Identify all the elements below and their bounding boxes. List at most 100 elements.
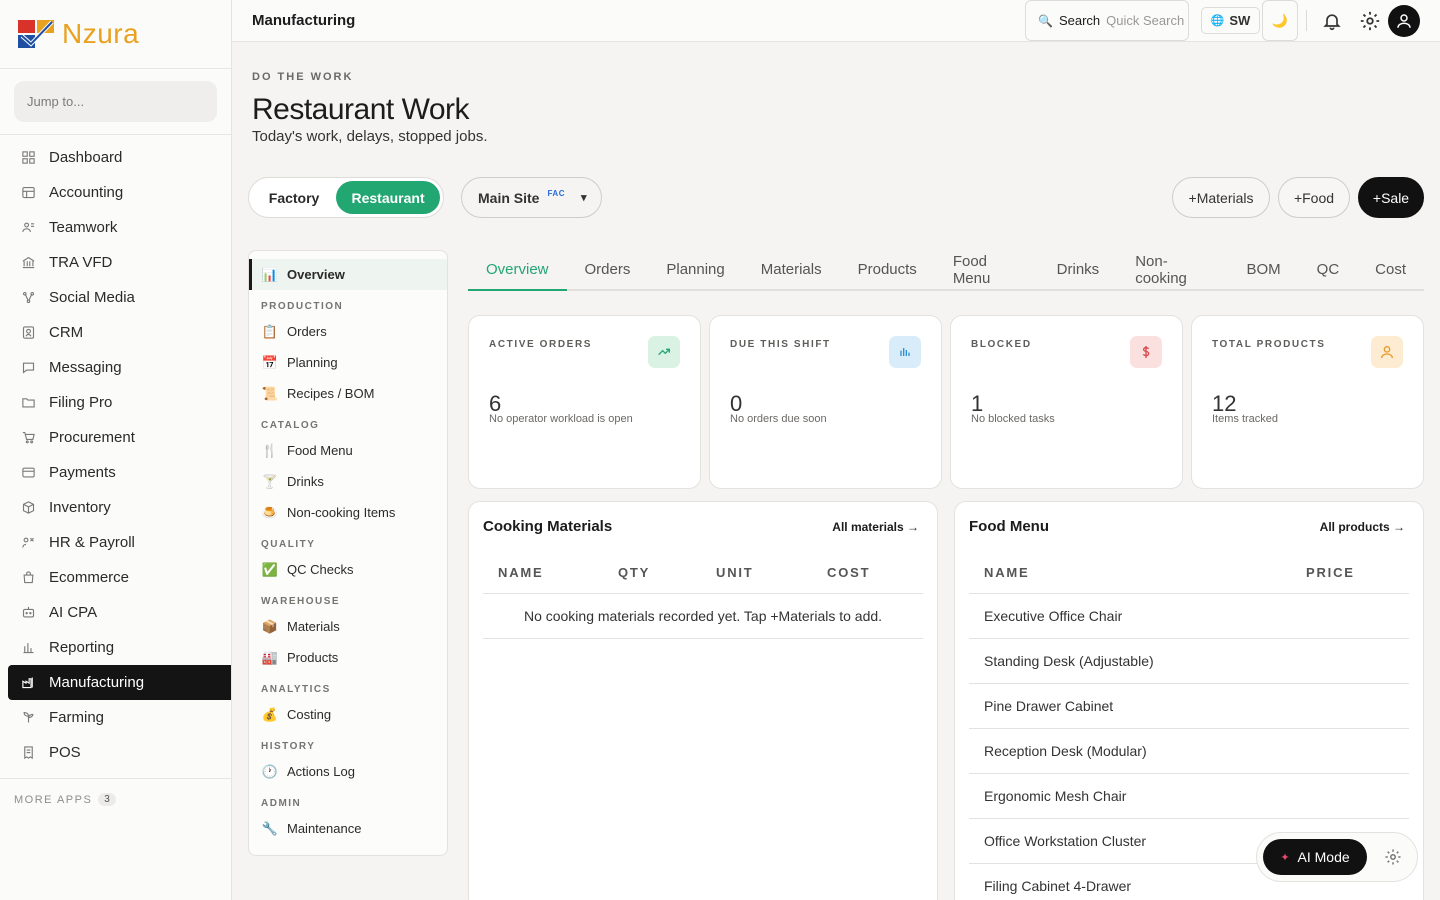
ai-settings-button[interactable] [1384, 848, 1402, 866]
sidebar-item-pos[interactable]: POS [0, 735, 231, 770]
subnav-maintenance[interactable]: 🔧 Maintenance [249, 813, 447, 844]
subnav-food-menu[interactable]: 🍴 Food Menu [249, 435, 447, 466]
table-row[interactable]: Standing Desk (Adjustable) [969, 639, 1409, 684]
ledger-icon [20, 184, 37, 201]
add-sale-button[interactable]: +Sale [1358, 177, 1424, 218]
mode-factory[interactable]: Factory [252, 181, 336, 214]
tab-overview[interactable]: Overview [468, 250, 567, 291]
tab-drinks[interactable]: Drinks [1039, 249, 1118, 290]
subnav-label: Costing [287, 707, 332, 722]
subnav-overview[interactable]: 📊 Overview [249, 259, 447, 290]
sidebar-item-label: Manufacturing [49, 674, 145, 691]
language-switch[interactable]: 🌐 SW [1201, 7, 1260, 34]
settings-button[interactable] [1359, 10, 1381, 32]
module-tabs: Overview Orders Planning Materials Products F… [468, 250, 1424, 291]
tab-bom[interactable]: BOM [1228, 249, 1298, 290]
stat-card-total-products[interactable]: TOTAL PRODUCTS 12 Items tracked [1191, 315, 1424, 489]
tab-cost[interactable]: Cost [1357, 249, 1424, 290]
sidebar-item-messaging[interactable]: Messaging [0, 350, 231, 385]
subnav-recipes-bom[interactable]: 📜 Recipes / BOM [249, 378, 447, 409]
chevron-down-icon: ▾ [580, 192, 587, 204]
sidebar-item-procurement[interactable]: Procurement [0, 420, 231, 455]
subnav-materials[interactable]: 📦 Materials [249, 611, 447, 642]
table-row[interactable]: Executive Office Chair [969, 594, 1409, 639]
mode-restaurant[interactable]: Restaurant [336, 181, 440, 214]
stat-label: TOTAL PRODUCTS [1212, 339, 1326, 350]
column-header[interactable]: QTY [618, 565, 716, 580]
add-materials-button[interactable]: +Materials [1172, 177, 1270, 218]
sidebar-item-farming[interactable]: Farming [0, 700, 231, 735]
page-heading: Restaurant Work [252, 93, 470, 126]
sidebar-item-ai-cpa[interactable]: AI CPA [0, 595, 231, 630]
column-header[interactable]: COST [827, 565, 870, 580]
sidebar-item-social-media[interactable]: Social Media [0, 280, 231, 315]
subnav-label: Drinks [287, 474, 324, 489]
sidebar-item-payments[interactable]: Payments [0, 455, 231, 490]
tab-materials[interactable]: Materials [743, 249, 840, 290]
stat-card-due-this-shift[interactable]: DUE THIS SHIFT 0 No orders due soon [709, 315, 942, 489]
subnav-drinks[interactable]: 🍸 Drinks [249, 466, 447, 497]
jump-to-input[interactable]: Jump to... [14, 81, 217, 122]
subnav-products[interactable]: 🏭 Products [249, 642, 447, 673]
more-apps-toggle[interactable]: MORE APPS 3 [0, 779, 231, 806]
user-avatar[interactable] [1388, 5, 1420, 37]
sidebar-item-label: TRA VFD [49, 254, 113, 271]
subnav-qc-checks[interactable]: ✅ QC Checks [249, 554, 447, 585]
stat-note: No operator workload is open [489, 413, 633, 425]
sidebar-item-reporting[interactable]: Reporting [0, 630, 231, 665]
sidebar-item-crm[interactable]: CRM [0, 315, 231, 350]
site-select[interactable]: Main Site FAC ▾ [461, 177, 602, 218]
subnav-emoji-icon: 📋 [261, 323, 279, 339]
bar-chart-icon [889, 336, 921, 368]
sidebar-item-manufacturing[interactable]: Manufacturing [8, 665, 231, 700]
tab-planning[interactable]: Planning [648, 249, 742, 290]
all-materials-link[interactable]: All materials → [832, 520, 919, 534]
sidebar-item-filing-pro[interactable]: Filing Pro [0, 385, 231, 420]
column-header[interactable]: PRICE [1306, 565, 1355, 580]
column-header[interactable]: NAME [984, 565, 1306, 580]
subnav-emoji-icon: 🕐 [261, 763, 279, 779]
quick-search-button[interactable]: 🔍 Search Quick Search [1025, 0, 1189, 41]
sidebar-item-inventory[interactable]: Inventory [0, 490, 231, 525]
subnav-costing[interactable]: 💰 Costing [249, 699, 447, 730]
sidebar-item-tra-vfd[interactable]: TRA VFD [0, 245, 231, 280]
subnav-section-title: HISTORY [261, 741, 316, 752]
notifications-button[interactable] [1322, 11, 1342, 31]
add-food-button[interactable]: +Food [1278, 177, 1350, 218]
stat-note: No orders due soon [730, 413, 827, 425]
subnav-label: QC Checks [287, 562, 354, 577]
table-row[interactable]: Ergonomic Mesh Chair [969, 774, 1409, 819]
column-header[interactable]: UNIT [716, 565, 827, 580]
theme-toggle[interactable]: 🌙 [1262, 0, 1298, 41]
table-row[interactable]: Reception Desk (Modular) [969, 729, 1409, 774]
subnav-label: Non-cooking Items [287, 505, 396, 520]
sidebar-item-teamwork[interactable]: Teamwork [0, 210, 231, 245]
sidebar-item-ecommerce[interactable]: Ecommerce [0, 560, 231, 595]
tab-products[interactable]: Products [840, 249, 935, 290]
tab-orders[interactable]: Orders [567, 249, 649, 290]
grid-icon [20, 149, 37, 166]
all-products-link[interactable]: All products → [1320, 520, 1405, 534]
subnav-emoji-icon: 🍴 [261, 442, 279, 458]
brand-logo[interactable]: Nzura [0, 0, 231, 69]
tab-food-menu[interactable]: Food Menu [935, 249, 1039, 290]
column-header[interactable]: NAME [498, 565, 618, 580]
subnav-non-cooking-items[interactable]: 🍮 Non-cooking Items [249, 497, 447, 528]
stat-card-blocked[interactable]: BLOCKED 1 No blocked tasks [950, 315, 1183, 489]
sidebar-item-hr-payroll[interactable]: HR & Payroll [0, 525, 231, 560]
sidebar-item-accounting[interactable]: Accounting [0, 175, 231, 210]
sidebar-item-dashboard[interactable]: Dashboard [0, 140, 231, 175]
table-row[interactable]: Pine Drawer Cabinet [969, 684, 1409, 729]
subnav-orders[interactable]: 📋 Orders [249, 316, 447, 347]
subnav-planning[interactable]: 📅 Planning [249, 347, 447, 378]
food-name-cell: Reception Desk (Modular) [984, 743, 1147, 759]
stat-card-active-orders[interactable]: ACTIVE ORDERS 6 No operator workload is op… [468, 315, 701, 489]
box-icon [20, 499, 37, 516]
topbar: Manufacturing 🔍 Search Quick Search 🌐 SW… [232, 0, 1440, 42]
sidebar-item-label: Reporting [49, 639, 115, 656]
tab-qc[interactable]: QC [1299, 249, 1358, 290]
language-label: SW [1229, 13, 1251, 28]
tab-non-cooking[interactable]: Non-cooking [1117, 249, 1228, 290]
subnav-actions-log[interactable]: 🕐 Actions Log [249, 756, 447, 787]
ai-mode-button[interactable]: ✦ AI Mode [1263, 839, 1367, 875]
